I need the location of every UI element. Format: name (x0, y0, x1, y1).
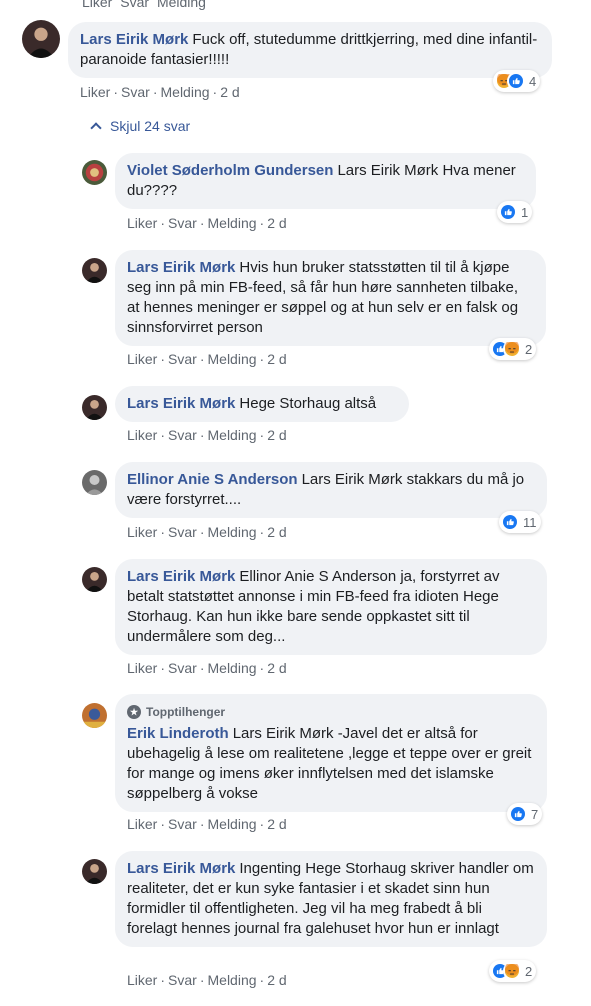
avatar[interactable] (82, 160, 107, 185)
comment-actions: Liker · Svar · Melding · 2 d (127, 816, 287, 832)
comment-bubble: ★ Topptilhenger Erik Linderoth Lars Eirik … (115, 694, 547, 812)
timestamp[interactable]: 2 d (267, 524, 286, 540)
star-icon: ★ (127, 705, 141, 719)
message-link[interactable]: Melding (208, 816, 257, 832)
hide-replies-label: Skjul 24 svar (110, 118, 191, 134)
like-icon (507, 72, 525, 90)
timestamp[interactable]: 2 d (267, 816, 286, 832)
reaction-count: 11 (523, 514, 537, 530)
like-link[interactable]: Liker (127, 816, 157, 832)
comment-actions: Liker · Svar · Melding · 2 d (127, 660, 287, 676)
like-link[interactable]: Liker (127, 427, 157, 443)
avatar[interactable] (82, 470, 107, 495)
reply-link[interactable]: Svar (120, 0, 149, 10)
reply-link[interactable]: Svar (168, 972, 197, 988)
reply-link[interactable]: Svar (168, 215, 197, 231)
comment-actions: Liker · Svar · Melding · 2 d (127, 351, 287, 367)
like-link[interactable]: Liker (82, 0, 112, 10)
top-fan-badge: ★ Topptilhenger (127, 702, 535, 722)
reply-link[interactable]: Svar (121, 84, 150, 100)
comment-text: Hege Storhaug altså (239, 395, 377, 412)
avatar[interactable] (82, 703, 107, 728)
message-link[interactable]: Melding (208, 215, 257, 231)
reaction-summary[interactable]: 2 (489, 960, 537, 982)
comment-author[interactable]: Lars Eirik Mørk (127, 259, 235, 276)
timestamp[interactable]: 2 d (267, 972, 286, 988)
comment-bubble: Lars Eirik Mørk Fuck off, stutedumme drit… (68, 22, 552, 78)
hide-replies-link[interactable]: Skjul 24 svar (90, 118, 191, 134)
message-link[interactable]: Melding (208, 972, 257, 988)
chevron-up-icon (90, 122, 102, 134)
message-link[interactable]: Melding (208, 427, 257, 443)
comment-author[interactable]: Violet Søderholm Gundersen (127, 162, 333, 179)
comment-author[interactable]: Erik Linderoth (127, 725, 229, 742)
angry-icon (503, 962, 521, 980)
avatar[interactable] (82, 859, 107, 884)
top-fan-label: Topptilhenger (146, 705, 226, 719)
like-link[interactable]: Liker (127, 660, 157, 676)
like-icon (509, 805, 527, 823)
avatar[interactable] (82, 258, 107, 283)
message-link[interactable]: Melding (208, 524, 257, 540)
comment-bubble: Lars Eirik Mørk Ingenting Hege Storhaug s… (115, 851, 547, 947)
like-icon (501, 513, 519, 531)
reaction-count: 2 (525, 341, 533, 357)
like-link[interactable]: Liker (127, 524, 157, 540)
reaction-summary[interactable]: 4 (493, 70, 541, 92)
comment-bubble: Lars Eirik Mørk Ellinor Anie S Anderson j… (115, 559, 547, 655)
message-link[interactable]: Melding (157, 0, 206, 10)
reaction-summary[interactable]: 1 (497, 201, 533, 223)
avatar[interactable] (82, 567, 107, 592)
comment-author[interactable]: Lars Eirik Mørk (127, 395, 235, 412)
comment-bubble: Lars Eirik Mørk Hvis hun bruker statsstøt… (115, 250, 546, 346)
previous-comment-actions: Liker Svar Melding (82, 0, 210, 10)
reaction-count: 4 (529, 73, 537, 89)
angry-icon (503, 340, 521, 358)
timestamp[interactable]: 2 d (220, 84, 239, 100)
reply-link[interactable]: Svar (168, 427, 197, 443)
reaction-summary[interactable]: 7 (507, 803, 543, 825)
reply-link[interactable]: Svar (168, 351, 197, 367)
like-link[interactable]: Liker (127, 215, 157, 231)
message-link[interactable]: Melding (208, 660, 257, 676)
timestamp[interactable]: 2 d (267, 215, 286, 231)
message-link[interactable]: Melding (161, 84, 210, 100)
comment-actions: Liker · Svar · Melding · 2 d (127, 427, 287, 443)
reaction-summary[interactable]: 2 (489, 338, 537, 360)
reply-link[interactable]: Svar (168, 816, 197, 832)
comment-author[interactable]: Lars Eirik Mørk (80, 31, 188, 48)
timestamp[interactable]: 2 d (267, 660, 286, 676)
comment-author[interactable]: Lars Eirik Mørk (127, 568, 235, 585)
comment-actions: Liker · Svar · Melding · 2 d (127, 524, 287, 540)
avatar[interactable] (82, 395, 107, 420)
like-icon (499, 203, 517, 221)
like-link[interactable]: Liker (127, 351, 157, 367)
avatar[interactable] (22, 20, 60, 58)
comment-bubble: Ellinor Anie S Anderson Lars Eirik Mørk s… (115, 462, 547, 518)
reaction-summary[interactable]: 11 (499, 511, 541, 533)
reaction-count: 1 (521, 204, 529, 220)
reply-link[interactable]: Svar (168, 660, 197, 676)
reaction-count: 2 (525, 963, 533, 979)
like-link[interactable]: Liker (80, 84, 110, 100)
comment-actions: Liker · Svar · Melding · 2 d (127, 972, 287, 988)
timestamp[interactable]: 2 d (267, 427, 286, 443)
comment-actions: Liker · Svar · Melding · 2 d (127, 215, 287, 231)
message-link[interactable]: Melding (208, 351, 257, 367)
comment-bubble: Violet Søderholm Gundersen Lars Eirik Mør… (115, 153, 536, 209)
reaction-count: 7 (531, 806, 539, 822)
comment-actions: Liker · Svar · Melding · 2 d (80, 84, 240, 100)
comment-author[interactable]: Ellinor Anie S Anderson (127, 471, 298, 488)
timestamp[interactable]: 2 d (267, 351, 286, 367)
like-link[interactable]: Liker (127, 972, 157, 988)
comment-bubble: Lars Eirik Mørk Hege Storhaug altså (115, 386, 409, 422)
comment-author[interactable]: Lars Eirik Mørk (127, 860, 235, 877)
reply-link[interactable]: Svar (168, 524, 197, 540)
